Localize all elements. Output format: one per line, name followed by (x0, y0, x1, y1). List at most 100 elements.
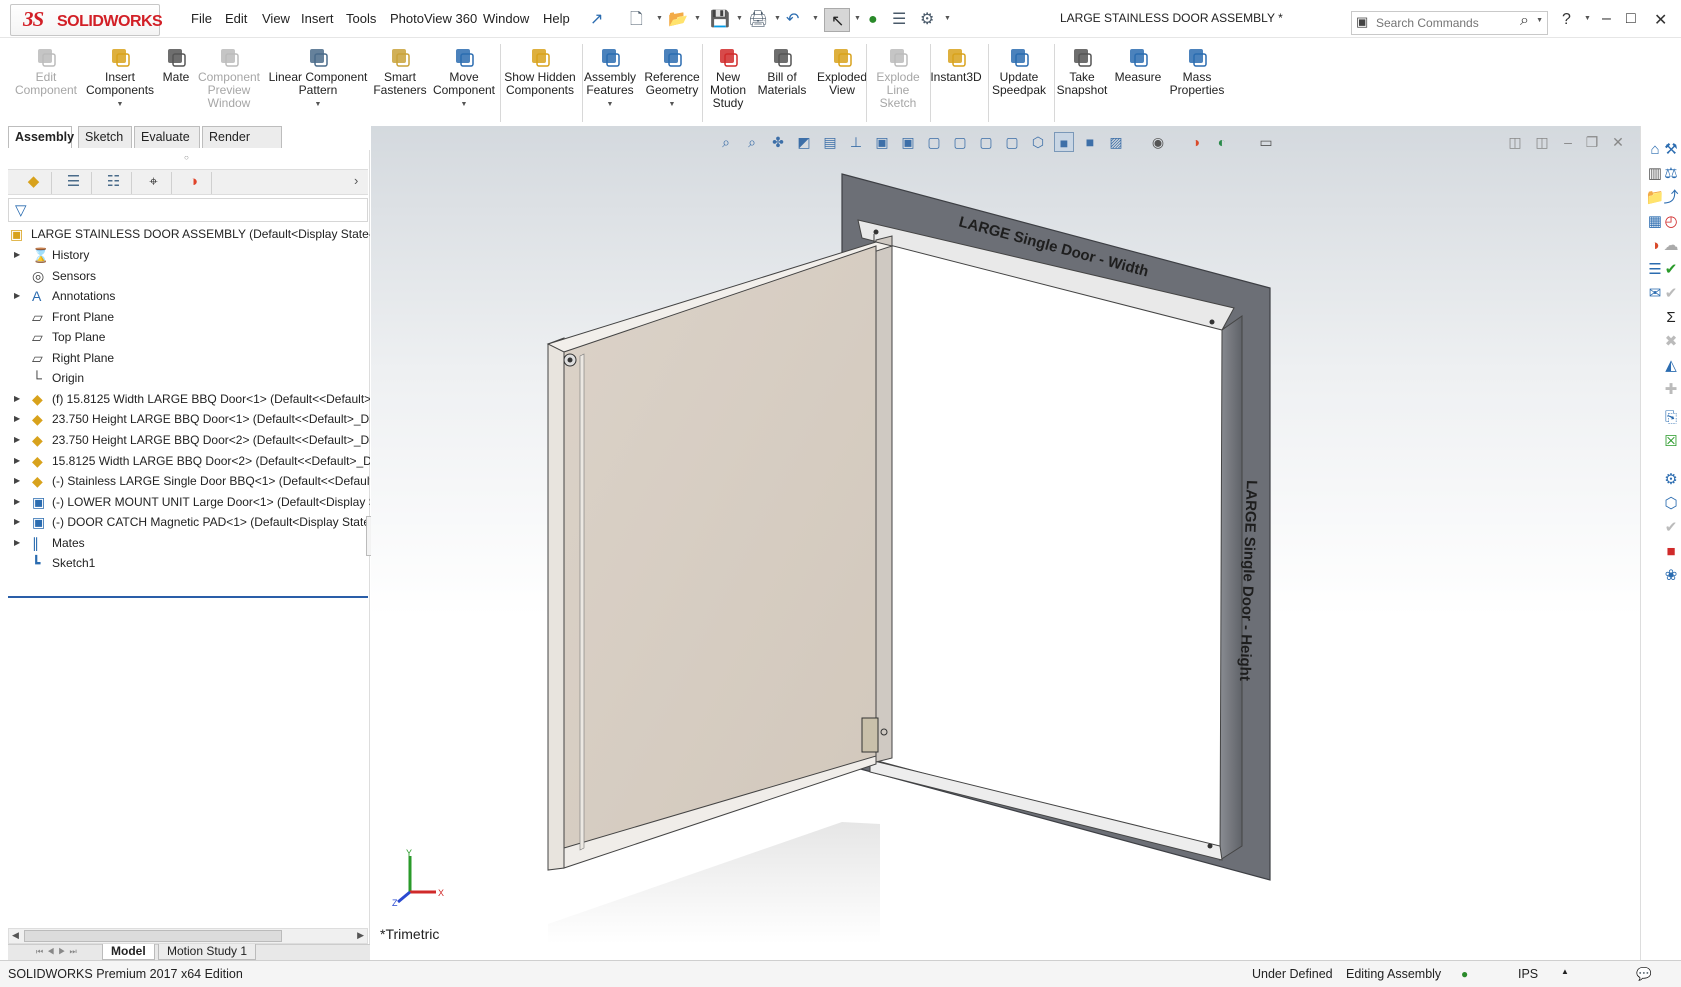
expand-arrow-icon[interactable]: ▶ (14, 451, 20, 471)
print-icon[interactable]: 🖨 (748, 11, 768, 29)
take-snapshot-button[interactable]: Take Snapshot (1054, 46, 1110, 97)
configuration-manager-tab-icon[interactable]: ☷ (96, 172, 132, 194)
linear-component-pattern-button[interactable]: Linear Component Pattern ▼ (266, 46, 370, 111)
measure-button[interactable]: Measure (1112, 46, 1164, 84)
update-speedpak-button[interactable]: Update Speedpak (988, 46, 1050, 97)
status-units[interactable]: IPS (1518, 967, 1538, 981)
dynamic-annotation-icon[interactable]: ▤ (820, 132, 840, 152)
chevron-down-icon[interactable]: ▼ (1584, 15, 1591, 22)
expand-arrow-icon[interactable]: ▶ (14, 512, 20, 532)
tab-motion-study-1[interactable]: Motion Study 1 (158, 944, 257, 960)
feature-manager-tab-icon[interactable]: ◆ (16, 172, 52, 194)
exploded-view-button[interactable]: Exploded View (814, 46, 870, 97)
viewport-close-icon[interactable]: ✕ (1608, 132, 1628, 152)
viewport-restore-icon[interactable]: ◫ (1505, 132, 1525, 152)
tool-icon[interactable]: ☁ (1661, 236, 1681, 256)
tree-item[interactable]: ┗ Sketch1 (8, 553, 370, 573)
minimize-icon[interactable]: – (1602, 10, 1611, 28)
tab-scroll-arrows-icon[interactable]: ⏮◀▶⏭ (36, 947, 81, 957)
tree-item[interactable]: ◎ Sensors (8, 266, 370, 286)
tree-root-assembly[interactable]: ▣ LARGE STAINLESS DOOR ASSEMBLY (Default<… (8, 224, 370, 244)
tab-assembly[interactable]: Assembly (8, 126, 74, 148)
display-manager-tab-icon[interactable]: ◑ (176, 172, 212, 194)
hidden-lines-icon[interactable]: ▨ (1106, 132, 1126, 152)
component-preview-window-button[interactable]: Component Preview Window (196, 46, 262, 110)
tree-item[interactable]: └ Origin (8, 368, 370, 388)
undo-icon[interactable]: ↶ (786, 11, 799, 29)
rebuild-status-icon[interactable]: ● (1461, 967, 1468, 981)
tree-item[interactable]: ▶ ◆ 15.8125 Width LARGE BBQ Door<2> (Defau… (8, 451, 370, 471)
chevron-down-icon[interactable]: ▼ (736, 15, 743, 22)
expand-arrow-icon[interactable]: ▶ (14, 389, 20, 409)
save-icon[interactable]: 💾 (710, 11, 730, 29)
tool-icon[interactable]: ⬡ (1661, 494, 1681, 514)
move-component-button[interactable]: Move Component ▼ (430, 46, 498, 111)
tree-item[interactable]: ▶ ◆ (-) Stainless LARGE Single Door BBQ<1>… (8, 471, 370, 491)
tree-item[interactable]: ▶ ◆ (f) 15.8125 Width LARGE BBQ Door<1> (D… (8, 389, 370, 409)
bill-of-materials-button[interactable]: Bill of Materials (752, 46, 812, 97)
tab-evaluate[interactable]: Evaluate (134, 126, 200, 148)
expand-arrow-icon[interactable]: ▶ (14, 286, 20, 306)
back-view-icon[interactable]: ▣ (898, 132, 918, 152)
viewport-minimize-icon[interactable]: – (1558, 132, 1578, 152)
chevron-down-icon[interactable]: ▼ (640, 98, 704, 111)
new-document-icon[interactable]: 🗋 (630, 11, 643, 29)
viewport-split-icon[interactable]: ◫ (1532, 132, 1552, 152)
scrollbar-thumb[interactable] (24, 930, 282, 942)
left-view-icon[interactable]: ▢ (924, 132, 944, 152)
tab-model[interactable]: Model (102, 944, 155, 960)
tree-item[interactable]: ▶ ▣ (-) LOWER MOUNT UNIT Large Door<1> (De… (8, 492, 370, 512)
open-folder-icon[interactable]: 📂 (668, 11, 688, 29)
pin-icon[interactable]: ↗ (590, 11, 603, 29)
chevron-right-icon[interactable]: › (354, 173, 358, 188)
tree-item[interactable]: ▶ ▣ (-) DOOR CATCH Magnetic PAD<1> (Defaul… (8, 512, 370, 532)
select-tool-button[interactable]: ↖ (824, 8, 850, 32)
options-gear-icon[interactable]: ⚙ (920, 11, 934, 29)
chevron-down-icon[interactable]: ▼ (430, 98, 498, 111)
file-properties-icon[interactable]: ☰ (892, 11, 906, 29)
expand-arrow-icon[interactable]: ▶ (14, 409, 20, 429)
tool-icon[interactable]: ◴ (1661, 212, 1681, 232)
tool-icon[interactable]: ✚ (1661, 380, 1681, 400)
sum-icon[interactable]: Σ (1661, 308, 1681, 328)
shaded-with-edges-icon[interactable]: ■ (1054, 132, 1074, 152)
viewport-maximize-icon[interactable]: ❐ (1582, 132, 1602, 152)
menu-view[interactable]: View (262, 11, 290, 26)
menu-help[interactable]: Help (543, 11, 570, 26)
new-motion-study-button[interactable]: New Motion Study (706, 46, 750, 110)
chevron-down-icon[interactable]: ▼ (944, 15, 951, 22)
dimxpert-tab-icon[interactable]: ⌖ (136, 172, 172, 194)
panel-splitter-handle[interactable]: ○ (184, 153, 189, 162)
search-commands-box[interactable]: ▣ ⌕ ▼ (1351, 11, 1548, 35)
maximize-icon[interactable]: □ (1626, 10, 1636, 28)
tab-sketch[interactable]: Sketch (78, 126, 132, 148)
chevron-down-icon[interactable]: ▼ (854, 15, 861, 22)
expand-arrow-icon[interactable]: ▶ (14, 492, 20, 512)
help-icon[interactable]: ? (1562, 11, 1571, 29)
menu-insert[interactable]: Insert (301, 11, 334, 26)
tree-item[interactable]: ▶ ◆ 23.750 Height LARGE BBQ Door<2> (Defau… (8, 430, 370, 450)
front-view-icon[interactable]: ▣ (872, 132, 892, 152)
menu-window[interactable]: Window (483, 11, 529, 26)
expand-arrow-icon[interactable]: ▶ (14, 430, 20, 450)
instant3d-button[interactable]: Instant3D (928, 46, 984, 84)
view-settings-icon[interactable]: ▭ (1256, 132, 1276, 152)
explode-line-sketch-button[interactable]: Explode Line Sketch (872, 46, 924, 110)
tool-icon[interactable]: ■ (1661, 542, 1681, 562)
insert-components-button[interactable]: Insert Components ▼ (86, 46, 154, 111)
tree-item[interactable]: ▶ ∥ Mates (8, 533, 370, 553)
chevron-down-icon[interactable]: ▼ (580, 98, 640, 111)
menu-edit[interactable]: Edit (225, 11, 247, 26)
expand-arrow-icon[interactable]: ▶ (14, 533, 20, 553)
tool-icon[interactable]: ✔ (1661, 284, 1681, 304)
chevron-down-icon[interactable]: ▼ (266, 98, 370, 111)
show-hidden-components-button[interactable]: Show Hidden Components (502, 46, 578, 97)
menu-photoview-360[interactable]: PhotoView 360 (390, 11, 477, 26)
zoom-to-area-icon[interactable]: ⌕ (742, 132, 762, 152)
mate-button[interactable]: Mate (156, 46, 196, 84)
scroll-right-icon[interactable]: ▶ (357, 930, 364, 941)
tree-item[interactable]: ▶ A Annotations (8, 286, 370, 306)
tool-icon[interactable]: ⚒ (1661, 140, 1681, 160)
shaded-icon[interactable]: ■ (1080, 132, 1100, 152)
tool-icon[interactable]: ✔ (1661, 260, 1681, 280)
